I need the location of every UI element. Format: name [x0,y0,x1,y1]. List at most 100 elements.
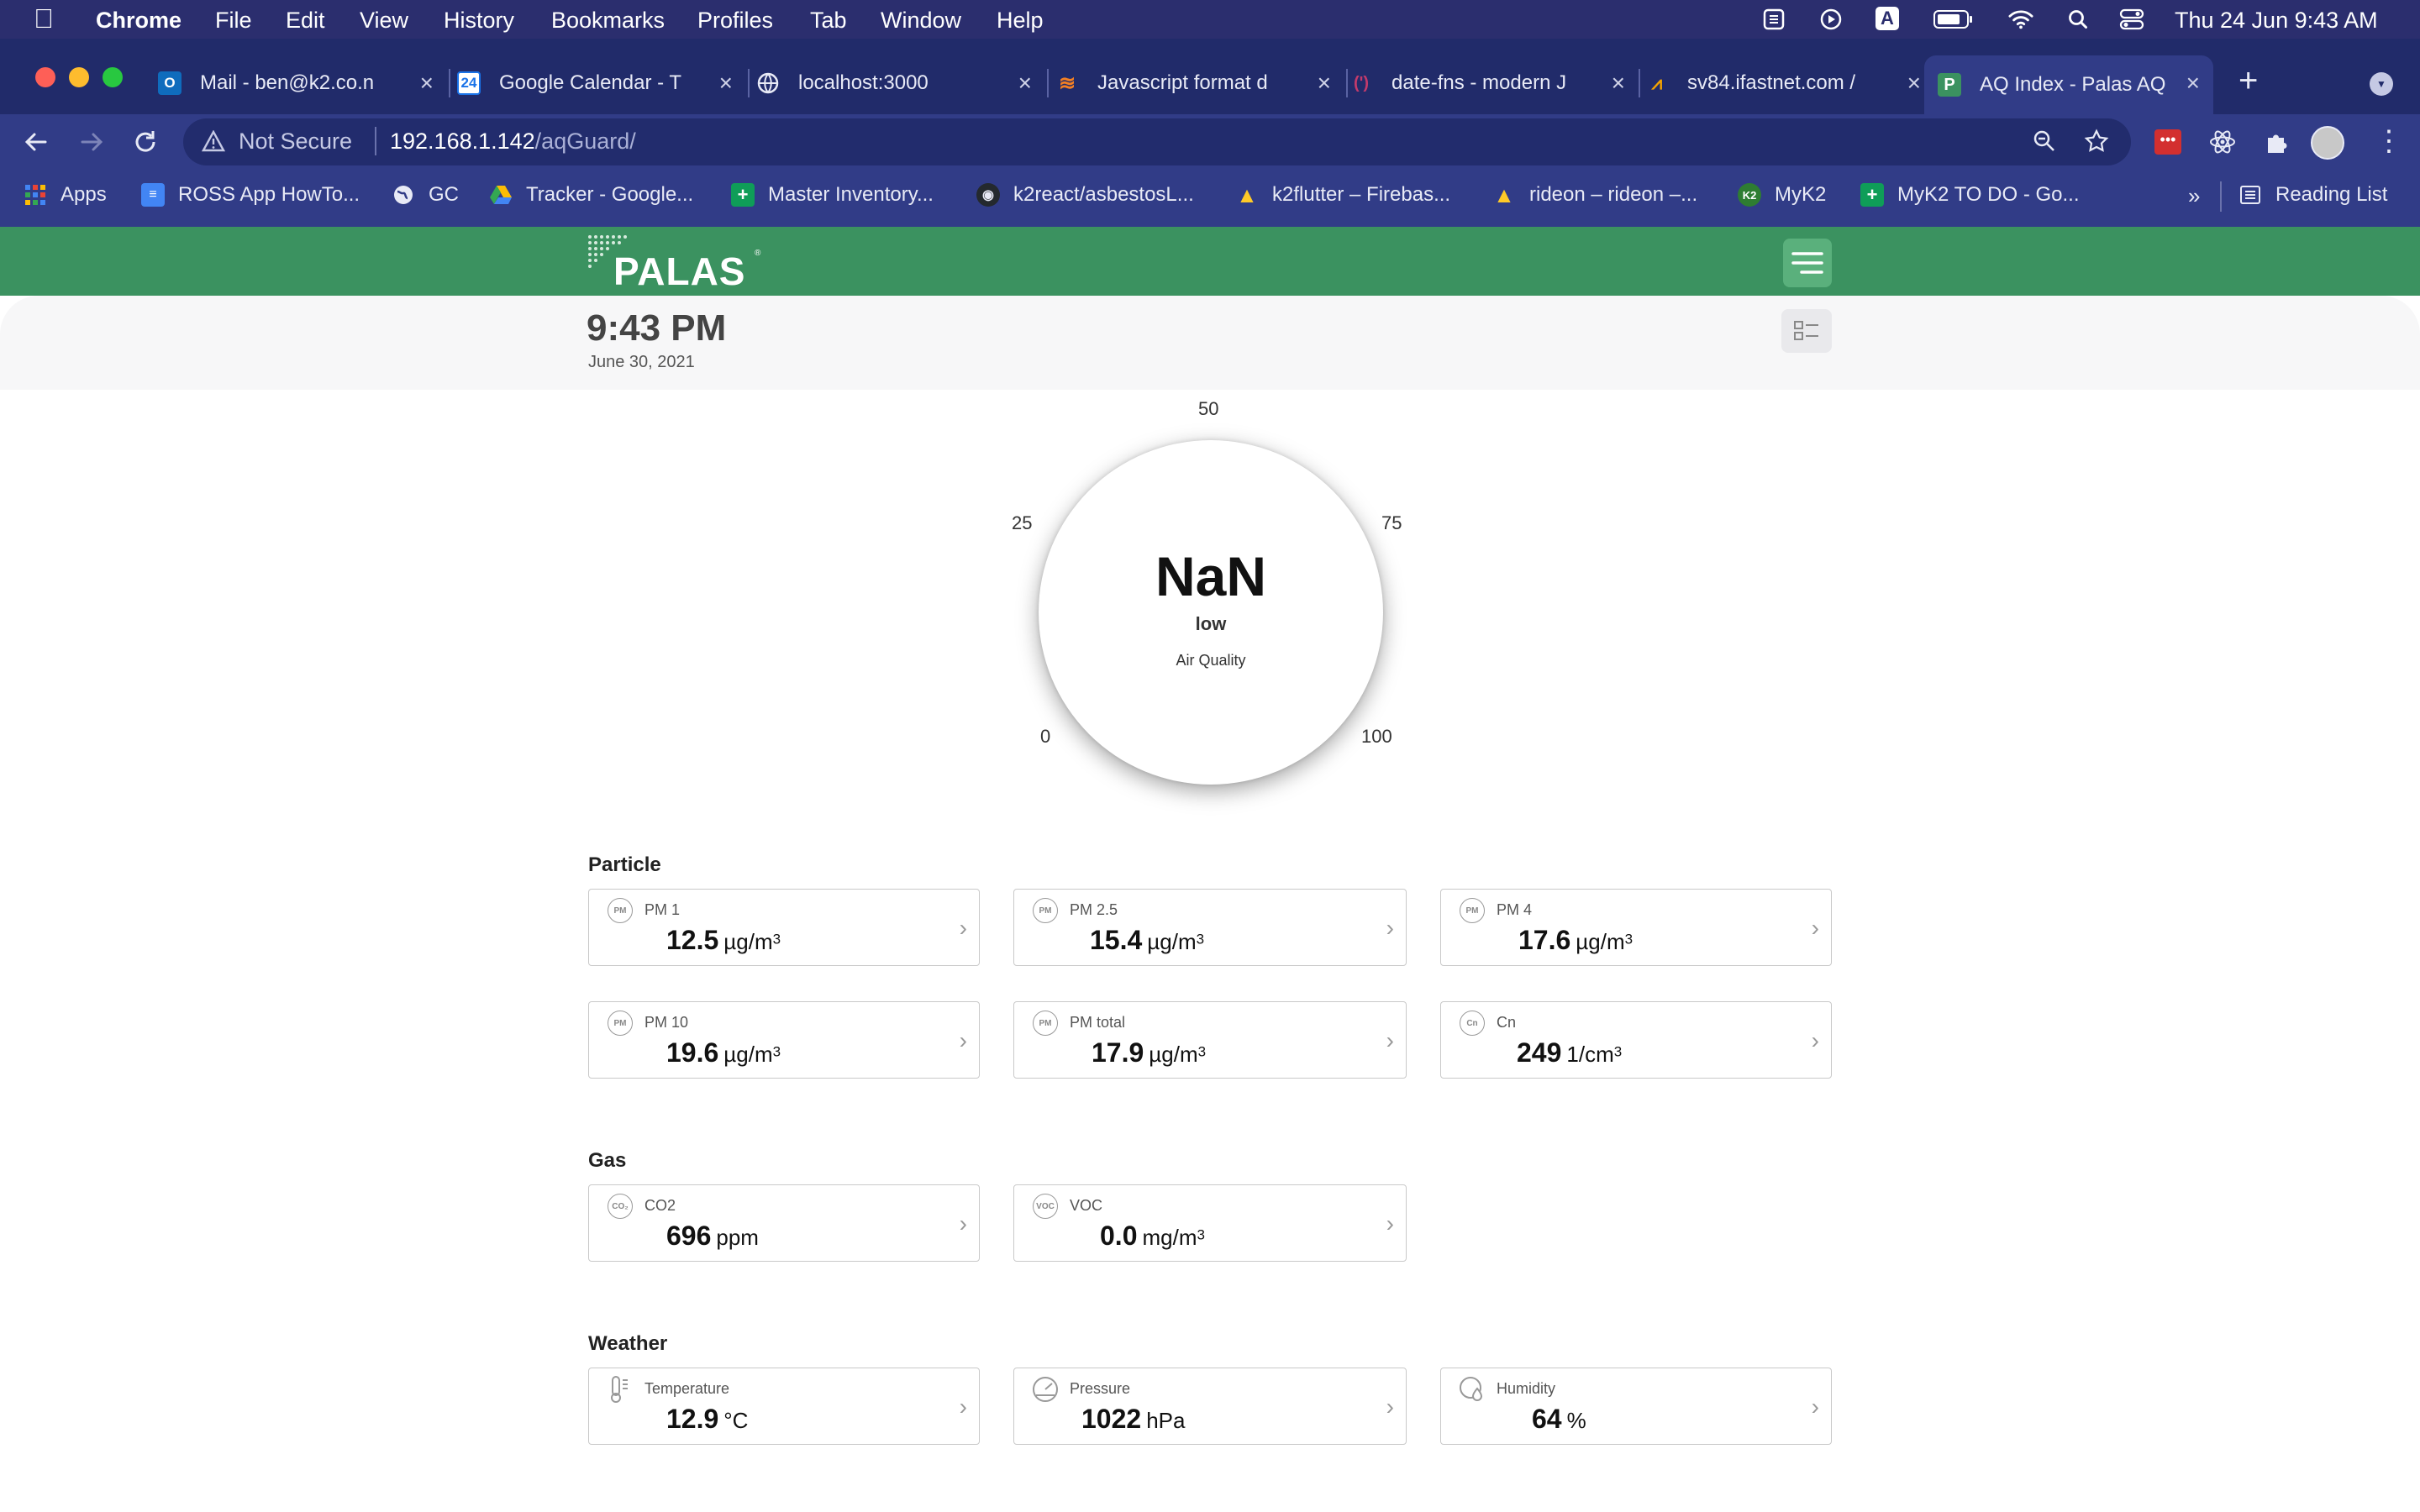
outlook-icon: O [158,71,182,95]
menu-view[interactable]: View [360,8,408,34]
github-icon: ◉ [976,183,1000,207]
hamburger-menu-button[interactable] [1783,239,1832,287]
bookmark-myk2-todo[interactable]: + MyK2 TO DO - Go... [1860,183,2080,207]
profile-avatar[interactable] [2311,126,2344,160]
warning-icon[interactable] [201,129,226,156]
pressure-gauge-icon [1031,1375,1060,1408]
close-window-icon[interactable] [35,67,55,87]
card-pm1[interactable]: PM PM 1 12.5 µg/m3 › [588,889,980,966]
reload-icon[interactable] [131,128,160,160]
wifi-icon[interactable] [2008,7,2033,32]
close-tab-icon[interactable]: × [1018,69,1032,97]
gauge-level: low [1195,613,1227,634]
play-icon[interactable] [1818,7,1844,32]
co2-icon: CO₂ [608,1194,633,1219]
card-humidity[interactable]: Humidity 64% › [1440,1368,1832,1445]
card-pm-total[interactable]: PM PM total 17.9 µg/m3 › [1013,1001,1407,1079]
apps-grid-icon [24,183,47,207]
card-pressure[interactable]: Pressure 1022 hPa › [1013,1368,1407,1445]
lastpass-extension-icon[interactable]: ••• [2154,129,2181,155]
bookmark-rideon[interactable]: ▲ rideon – rideon –... [1492,182,1697,207]
control-center-icon[interactable] [2119,7,2144,32]
menu-edit[interactable]: Edit [286,8,325,34]
tab-sv84-ifastnet[interactable]: ⩘ sv84.ifastnet.com / × [1645,55,1934,111]
layout-toggle-button[interactable] [1781,309,1832,353]
forward-icon[interactable] [77,128,106,160]
tab-mail[interactable]: O Mail - ben@k2.co.n × [158,55,447,111]
close-tab-icon[interactable]: × [1907,69,1921,97]
react-devtools-icon[interactable] [2208,128,2237,160]
card-pm4[interactable]: PM PM 4 17.6 µg/m3 › [1440,889,1832,966]
bookmark-star-icon[interactable] [2084,129,2109,158]
tab-localhost[interactable]: localhost:3000 × [756,55,1045,111]
menu-history[interactable]: History [444,8,514,34]
card-label: PM total [1070,1014,1126,1031]
bookmark-ross-app[interactable]: ≡ ROSS App HowTo... [141,183,360,207]
tab-date-fns[interactable]: (') date-fns - modern J × [1349,55,1639,111]
bookmark-k2react[interactable]: ◉ k2react/asbestosL... [976,183,1194,207]
input-source-icon[interactable]: A [1876,7,1899,30]
bookmark-label: k2react/asbestosL... [1013,183,1194,206]
bookmark-label: ROSS App HowTo... [178,183,360,206]
menu-profiles[interactable]: Profiles [697,8,773,34]
battery-icon[interactable] [1933,7,1975,32]
close-tab-icon[interactable]: × [420,69,434,97]
tab-javascript-format[interactable]: ≋ Javascript format d × [1055,55,1344,111]
extensions-puzzle-icon[interactable] [2262,128,2291,160]
new-tab-icon[interactable]: + [2238,62,2258,100]
bookmark-master-inventory[interactable]: + Master Inventory... [731,183,934,207]
keyboard-icon[interactable] [1761,7,1786,32]
card-value: 696 ppm [666,1221,759,1252]
separator [375,127,376,155]
close-tab-icon[interactable]: × [1318,69,1331,97]
menu-bookmarks[interactable]: Bookmarks [551,8,665,34]
card-value: 12.9 °C [666,1404,748,1435]
menu-window[interactable]: Window [881,8,961,34]
spotlight-search-icon[interactable] [2065,7,2091,32]
pmtotal-icon: PM [1033,1011,1058,1036]
card-co2[interactable]: CO₂ CO2 696 ppm › [588,1184,980,1262]
address-bar[interactable]: Not Secure 192.168.1.142/aqGuard/ [183,118,2131,165]
chrome-menu-icon[interactable]: ⋮ [2375,124,2403,158]
menu-chrome[interactable]: Chrome [96,8,182,34]
tab-title: AQ Index - Palas AQ [1980,73,2166,96]
registered-mark: ® [755,249,761,258]
value-number: 249 [1517,1037,1562,1068]
reading-list-button[interactable]: Reading List [2238,183,2387,207]
tab-google-calendar[interactable]: 24 Google Calendar - T × [457,55,746,111]
url-text[interactable]: 192.168.1.142/aqGuard/ [390,129,636,155]
menu-tab[interactable]: Tab [810,8,847,34]
not-secure-label[interactable]: Not Secure [239,129,352,155]
zoom-icon[interactable] [2032,129,2057,158]
value-unit: hPa [1146,1408,1186,1433]
card-voc[interactable]: VOC VOC 0.0 mg/m3 › [1013,1184,1407,1262]
card-temperature[interactable]: Temperature 12.9 °C › [588,1368,980,1445]
card-cn[interactable]: Cn Cn 249 1/cm3 › [1440,1001,1832,1079]
apple-icon[interactable]:  [34,3,54,34]
tab-aq-index[interactable]: P AQ Index - Palas AQ × [1924,55,2213,114]
value-unit: µg/m [1576,929,1625,954]
zoom-window-icon[interactable] [103,67,123,87]
air-quality-gauge[interactable]: NaN low Air Quality [1039,440,1383,785]
bookmarks-overflow-button[interactable]: » [2188,183,2200,209]
bookmark-apps[interactable]: Apps [24,183,107,207]
back-icon[interactable] [22,128,50,160]
card-label: PM 2.5 [1070,901,1118,918]
close-tab-icon[interactable]: × [1612,69,1625,97]
close-tab-icon[interactable]: × [2186,69,2200,97]
url-host: 192.168.1.142 [390,129,535,154]
menubar-clock[interactable]: Thu 24 Jun 9:43 AM [2175,8,2378,34]
card-pm25[interactable]: PM PM 2.5 15.4 µg/m3 › [1013,889,1407,966]
close-tab-icon[interactable]: × [719,69,733,97]
palas-logo[interactable]: PALAS ® [587,234,760,293]
menu-help[interactable]: Help [997,8,1044,34]
unit-exponent: 3 [1197,1226,1205,1243]
bookmark-gc[interactable]: GC [392,183,459,207]
bookmark-tracker[interactable]: Tracker - Google... [489,183,693,207]
card-pm10[interactable]: PM PM 10 19.6 µg/m3 › [588,1001,980,1079]
menu-file[interactable]: File [215,8,252,34]
minimize-window-icon[interactable] [69,67,89,87]
bookmark-k2flutter[interactable]: ▲ k2flutter – Firebas... [1235,182,1450,207]
tab-search-icon[interactable]: ▼ [2370,72,2393,96]
bookmark-myk2[interactable]: K2 MyK2 [1738,183,1826,207]
